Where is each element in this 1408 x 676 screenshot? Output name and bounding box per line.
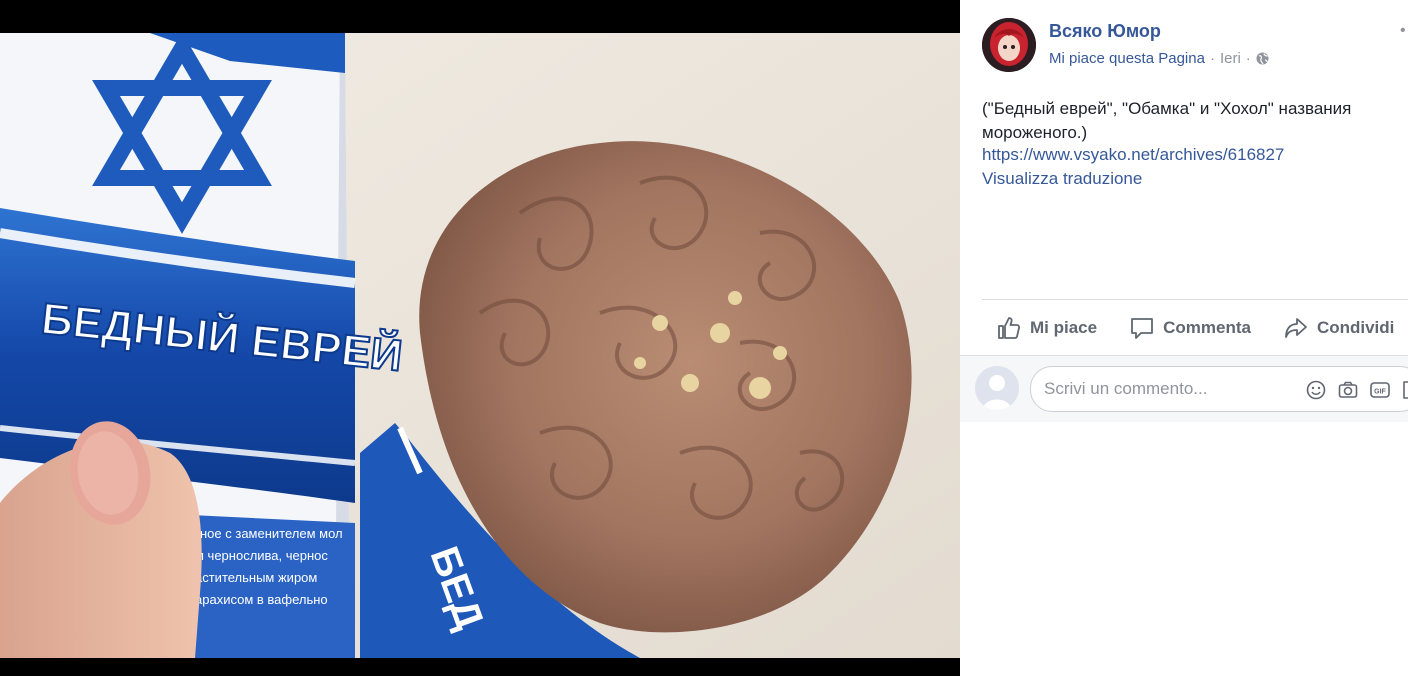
photo-viewer: БЕДНЫЙ ЕВРЕЙ ное с заменителем мол м чер… [0, 0, 960, 676]
ice-cream-illustration: БЕДНЫЙ ЕВРЕЙ ное с заменителем мол м чер… [0, 33, 960, 658]
camera-icon[interactable] [1337, 379, 1359, 401]
share-arrow-icon [1285, 318, 1307, 338]
meta-separator: · [1209, 50, 1215, 67]
comment-button[interactable]: Commenta [1129, 315, 1251, 341]
like-page-link[interactable]: Mi piace questa Pagina [1049, 50, 1205, 67]
like-label: Mi piace [1030, 318, 1098, 337]
comment-placeholder: Scrivi un commento... [1044, 379, 1208, 398]
thumbs-up-icon [998, 317, 1021, 339]
share-button[interactable]: Condividi [1283, 315, 1394, 341]
see-translation-link[interactable]: Visualizza traduzione [982, 169, 1142, 189]
like-button[interactable]: Mi piace [996, 315, 1097, 341]
post-panel: Всяко Юмор Mi piace questa Pagina · Ieri… [960, 0, 1408, 676]
more-options-icon[interactable]: • [1400, 22, 1406, 40]
emoji-icon[interactable] [1305, 379, 1327, 401]
page-name-link[interactable]: Всяко Юмор [1049, 21, 1161, 42]
post-photo[interactable]: БЕДНЫЙ ЕВРЕЙ ное с заменителем мол м чер… [0, 33, 960, 658]
divider [982, 299, 1408, 300]
post-text: ("Бедный еврей", "Обамка" и "Хохол" назв… [982, 99, 1352, 142]
svg-text:GIF: GIF [1374, 389, 1386, 396]
post-actions: Mi piace Commenta Condividi [996, 312, 1408, 344]
post-time[interactable]: Ieri [1220, 50, 1241, 67]
wrapper-line-4: арахисом в вафельно [195, 592, 328, 607]
globe-icon [1256, 52, 1269, 65]
comment-tools: GIF [1305, 379, 1408, 401]
post-meta: Mi piace questa Pagina · Ieri · [1049, 50, 1269, 67]
page-avatar[interactable] [982, 18, 1036, 72]
comment-composer: Scrivi un commento... GIF [960, 355, 1408, 422]
wrapper-line-3: астительным жиром [195, 570, 317, 585]
comment-icon [1131, 318, 1153, 339]
comment-input[interactable]: Scrivi un commento... GIF [1030, 366, 1408, 412]
gif-icon[interactable]: GIF [1369, 379, 1391, 401]
share-label: Condividi [1316, 318, 1395, 337]
sticker-icon[interactable] [1401, 379, 1408, 401]
wrapper-line-1: ное с заменителем мол [200, 526, 343, 541]
wrapper-line-2: м чернослива, чернос [195, 548, 328, 563]
comment-label: Commenta [1163, 318, 1251, 337]
meta-separator: · [1245, 50, 1251, 67]
post-link[interactable]: https://www.vsyako.net/archives/616827 [982, 145, 1284, 165]
user-avatar [975, 366, 1019, 410]
